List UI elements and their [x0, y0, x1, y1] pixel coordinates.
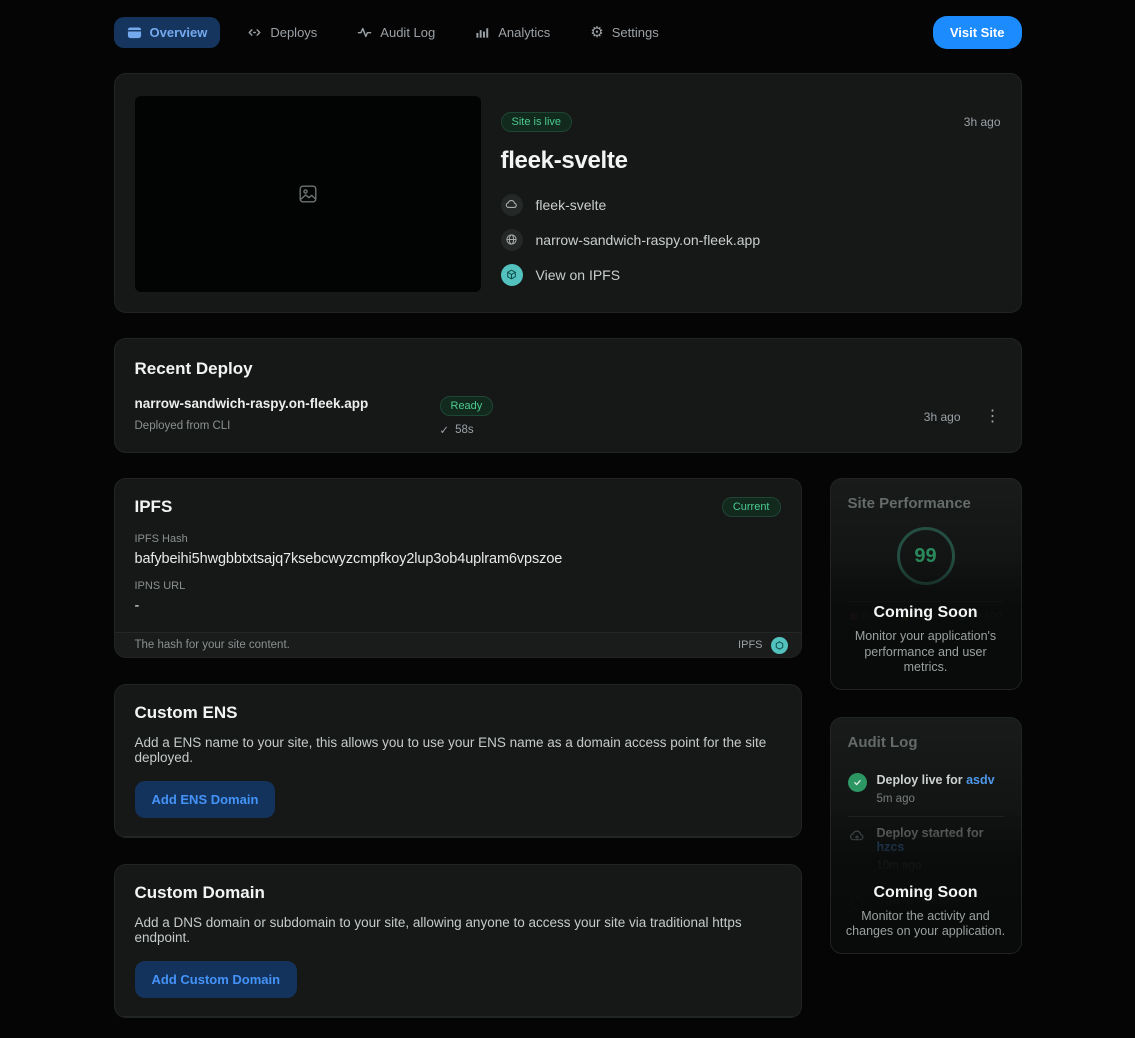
site-performance-title: Site Performance [848, 495, 1004, 512]
site-updated-time: 3h ago [964, 115, 1001, 129]
gear-icon: ⚙ [590, 25, 603, 40]
custom-domain-description: Add a DNS domain or subdomain to your si… [135, 915, 781, 945]
ipfs-card-footer: The hash for your site content. IPFS [115, 632, 801, 657]
ipfs-title: IPFS [135, 497, 173, 517]
recent-deploy-title: Recent Deploy [135, 359, 1001, 379]
tab-settings[interactable]: ⚙ Settings [577, 17, 671, 48]
site-status-badge: Site is live [501, 112, 573, 132]
view-on-ipfs-link[interactable]: View on IPFS [501, 257, 1001, 292]
add-custom-domain-button[interactable]: Add Custom Domain [135, 961, 298, 998]
visit-site-button[interactable]: Visit Site [933, 16, 1022, 49]
dns-globe-icon [771, 1017, 788, 1018]
ipfs-footer-tag: IPFS [738, 639, 762, 651]
cloud-upload-icon [501, 194, 523, 216]
ipfs-current-badge: Current [722, 497, 781, 517]
ens-icon [771, 837, 788, 838]
deploy-status-badge: Ready [440, 396, 494, 416]
site-title: fleek-svelte [501, 147, 1001, 175]
deploy-time: 3h ago [924, 410, 961, 424]
top-nav: Overview Deploys Audit Log Analytics [114, 0, 1022, 49]
deploy-source: Deployed from CLI [135, 420, 440, 432]
browser-window-icon [127, 25, 142, 40]
audit-item-time: 5m ago [877, 793, 995, 805]
custom-ens-description: Add a ENS name to your site, this allows… [135, 735, 781, 765]
site-summary: Site is live 3h ago fleek-svelte fleek-s… [501, 96, 1001, 290]
check-icon: ✓ [440, 423, 450, 437]
tab-audit-log-label: Audit Log [380, 25, 435, 40]
audit-coming-soon: Coming Soon [843, 884, 1009, 902]
custom-ens-footer: Custom ENS for your site ENS [115, 836, 801, 838]
site-overview-card: Site is live 3h ago fleek-svelte fleek-s… [114, 73, 1022, 313]
ipfs-card: IPFS Current IPFS Hash bafybeihi5hwgbbtx… [114, 478, 802, 658]
ipfs-icon [501, 264, 523, 286]
audit-log-card: Audit Log Deploy live for asdv 5m ago [830, 717, 1022, 954]
ipfs-hash-value: bafybeihi5hwgbbtxtsajq7ksebcwyzcmpfkoy2l… [135, 551, 781, 567]
main-content: Site is live 3h ago fleek-svelte fleek-s… [114, 73, 1022, 1018]
performance-coming-soon-description: Monitor your application's performance a… [843, 629, 1009, 676]
site-domain-label: narrow-sandwich-raspy.on-fleek.app [536, 232, 761, 248]
tab-analytics-label: Analytics [498, 25, 550, 40]
dashboard: Overview Deploys Audit Log Analytics [114, 0, 1022, 1018]
tab-overview[interactable]: Overview [114, 17, 221, 48]
check-circle-icon [848, 773, 867, 792]
custom-ens-card: Custom ENS Add a ENS name to your site, … [114, 684, 802, 838]
activity-icon [357, 25, 372, 40]
ipfs-hash-label: IPFS Hash [135, 533, 781, 545]
deploy-domain: narrow-sandwich-raspy.on-fleek.app [135, 396, 440, 411]
audit-coming-soon-description: Monitor the activity and changes on your… [843, 909, 1009, 940]
ipns-url-label: IPNS URL [135, 580, 781, 592]
ipfs-footer-text: The hash for your site content. [135, 639, 290, 651]
custom-domain-footer: Custom domains for your site DNS [115, 1016, 801, 1018]
bar-chart-icon [475, 25, 490, 40]
performance-coming-soon: Coming Soon [843, 604, 1009, 622]
tab-overview-label: Overview [150, 25, 208, 40]
ipfs-icon [771, 637, 788, 654]
custom-domain-title: Custom Domain [135, 883, 781, 903]
recent-deploy-card: Recent Deploy narrow-sandwich-raspy.on-f… [114, 338, 1022, 453]
globe-icon [501, 229, 523, 251]
tab-settings-label: Settings [612, 25, 659, 40]
deploy-duration: 58s [455, 424, 474, 436]
audit-item-link[interactable]: asdv [966, 773, 995, 787]
tab-deploys[interactable]: Deploys [234, 17, 330, 48]
audit-log-title: Audit Log [848, 734, 1004, 751]
audit-item-text: Deploy live for [877, 773, 967, 787]
site-preview-thumbnail [135, 96, 481, 292]
custom-ens-title: Custom ENS [135, 703, 781, 723]
ipns-url-value: - [135, 598, 781, 614]
add-ens-domain-button[interactable]: Add ENS Domain [135, 781, 276, 818]
site-domain-link[interactable]: narrow-sandwich-raspy.on-fleek.app [501, 222, 1001, 257]
site-name-link[interactable]: fleek-svelte [501, 187, 1001, 222]
nav-tabs: Overview Deploys Audit Log Analytics [114, 17, 672, 48]
custom-domain-card: Custom Domain Add a DNS domain or subdom… [114, 864, 802, 1018]
tab-analytics[interactable]: Analytics [462, 17, 563, 48]
tab-audit-log[interactable]: Audit Log [344, 17, 448, 48]
tab-deploys-label: Deploys [270, 25, 317, 40]
deploy-menu-button[interactable]: ⋮ [985, 409, 1001, 425]
site-name-label: fleek-svelte [536, 197, 607, 213]
code-icon [247, 25, 262, 40]
site-performance-card: Site Performance 99 0-49 50-89 90-100 Co… [830, 478, 1022, 690]
deploy-row: narrow-sandwich-raspy.on-fleek.app Deplo… [135, 396, 1001, 437]
image-placeholder-icon [297, 183, 319, 205]
view-on-ipfs-label: View on IPFS [536, 267, 621, 283]
